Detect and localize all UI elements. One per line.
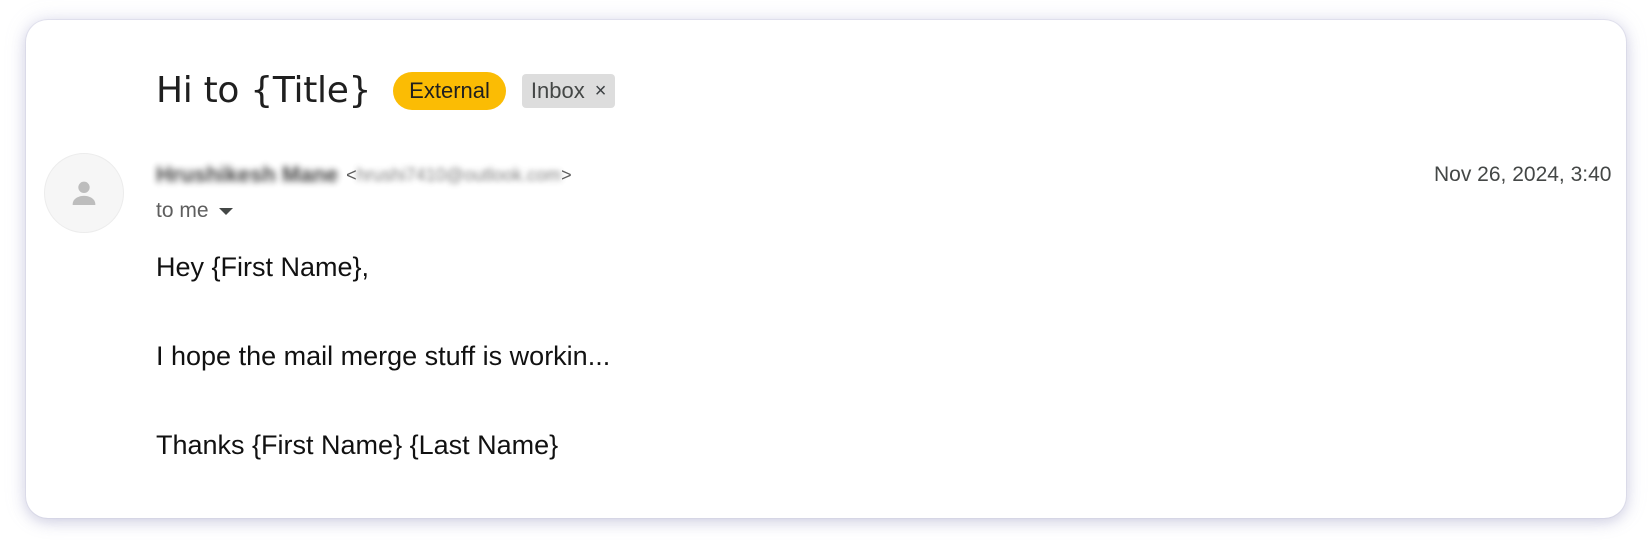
body-greeting: Hey {First Name}, xyxy=(156,252,370,282)
sender-email: hrushi7410@outlook.com xyxy=(356,164,562,185)
subject-row: Hi to {Title} External Inbox × xyxy=(156,66,616,116)
label-external[interactable]: External xyxy=(393,72,506,110)
person-icon xyxy=(72,181,96,206)
sender-row: Hrushikesh Mane < hrushi7410@outlook.com… xyxy=(156,160,572,190)
label-inbox[interactable]: Inbox × xyxy=(521,74,616,108)
label-inbox-text: Inbox xyxy=(530,78,585,103)
recipient-details-toggle[interactable]: to me xyxy=(156,197,233,225)
email-close-bracket: > xyxy=(561,164,572,185)
sender-name[interactable]: Hrushikesh Mane xyxy=(156,162,338,188)
email-date[interactable]: Nov 26, 2024, 3:40 xyxy=(1434,160,1611,190)
email-subject: Hi to {Title} xyxy=(156,70,372,111)
email-message-card: Hi to {Title} External Inbox × Hrushikes… xyxy=(26,20,1626,518)
body-paragraph: I hope the mail merge stuff is workin... xyxy=(156,341,611,371)
recipient-text: to me xyxy=(156,199,209,222)
email-open-bracket: < xyxy=(346,164,357,185)
page-background: Hi to {Title} External Inbox × Hrushikes… xyxy=(0,0,1652,547)
remove-label-icon[interactable]: × xyxy=(595,81,607,101)
body-signoff: Thanks {First Name} {Last Name} xyxy=(156,430,559,460)
sender-avatar[interactable] xyxy=(44,153,124,233)
chevron-down-icon[interactable] xyxy=(218,207,233,215)
sender-email-wrapper: < hrushi7410@outlook.com > xyxy=(346,165,571,186)
